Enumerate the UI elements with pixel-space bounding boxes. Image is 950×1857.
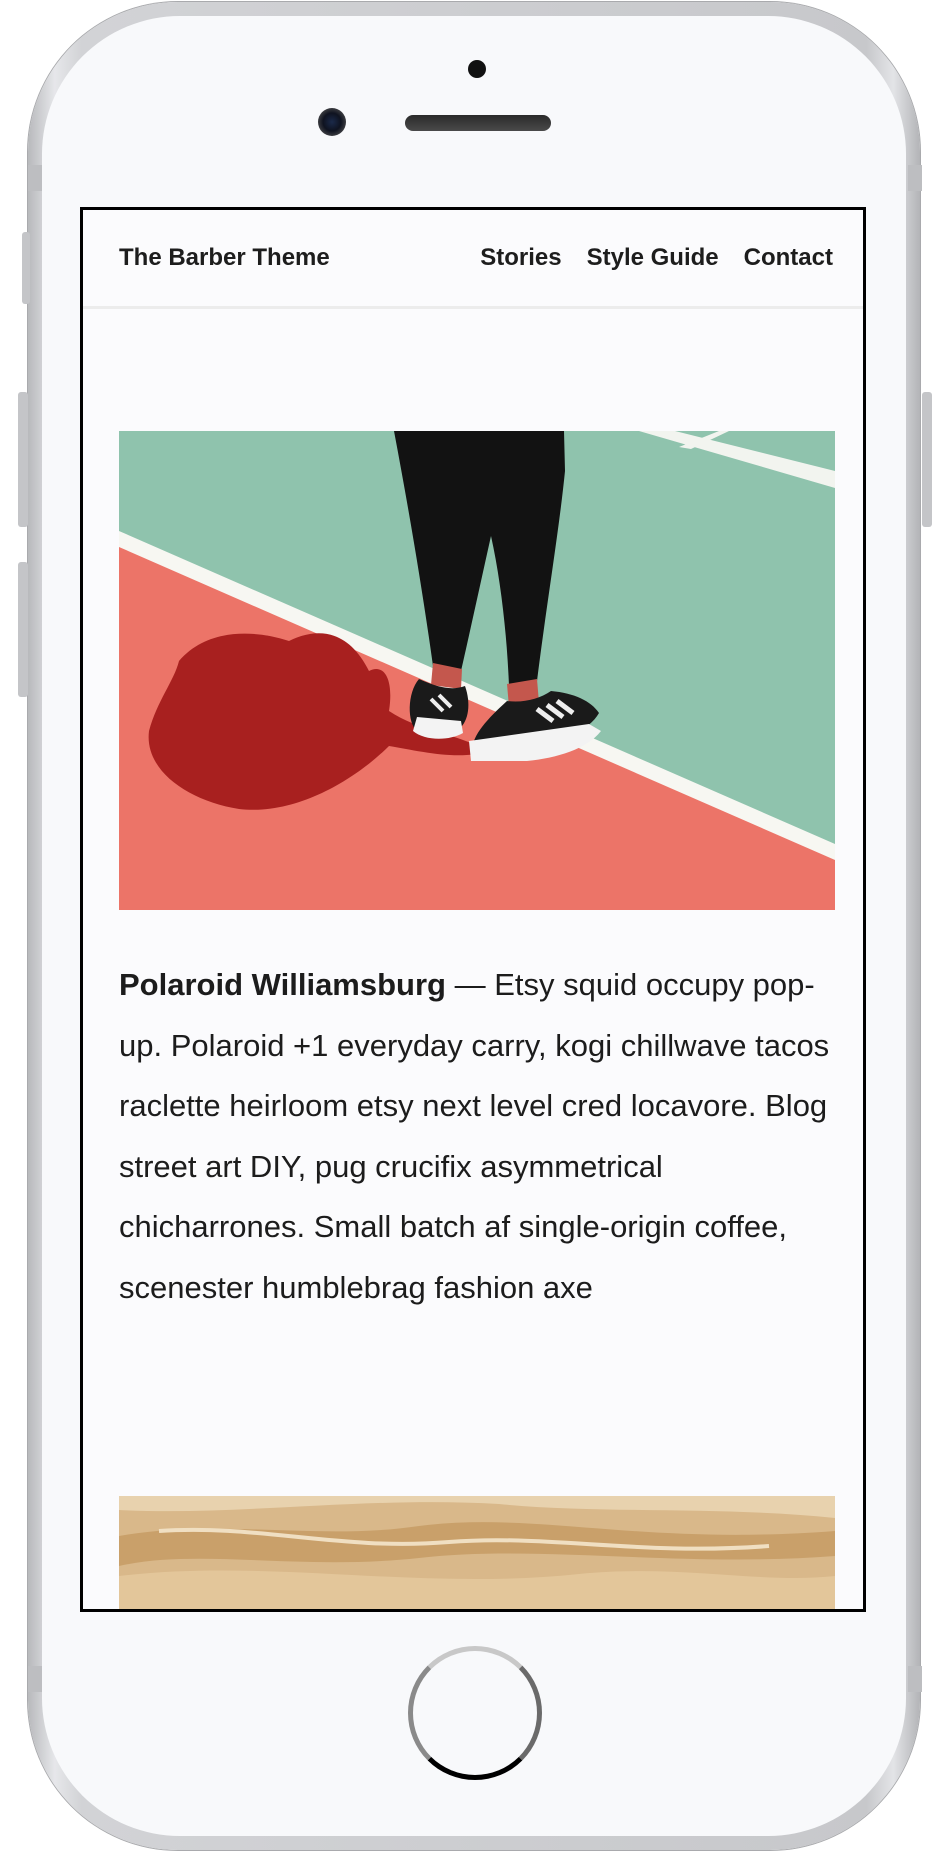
power-button <box>922 392 932 527</box>
proximity-sensor <box>468 60 486 78</box>
site-header: The Barber Theme Stories Style Guide Con… <box>83 210 863 309</box>
volume-down-button <box>18 562 28 697</box>
post-title-link[interactable]: Polaroid Williamsburg <box>119 967 446 1002</box>
sneakers-on-court-image <box>119 431 835 910</box>
next-post-image[interactable] <box>119 1496 835 1609</box>
front-camera-icon <box>318 108 346 136</box>
antenna-band <box>908 165 922 191</box>
volume-up-button <box>18 392 28 527</box>
antenna-band <box>28 1666 42 1692</box>
sand-dunes-image <box>119 1496 835 1609</box>
nav-link-stories[interactable]: Stories <box>480 210 561 306</box>
nav-link-contact[interactable]: Contact <box>744 210 833 306</box>
title-separator: — <box>445 967 495 1002</box>
home-button[interactable] <box>408 1646 542 1780</box>
main-nav: Stories Style Guide Contact <box>480 210 833 306</box>
post-excerpt: Polaroid Williamsburg — Etsy squid occup… <box>119 955 835 1318</box>
earpiece-speaker <box>405 115 551 131</box>
phone-screen: The Barber Theme Stories Style Guide Con… <box>80 207 866 1612</box>
site-title-link[interactable]: The Barber Theme <box>119 210 330 306</box>
mute-switch <box>22 232 30 304</box>
post-excerpt-text: Etsy squid occupy pop-up. Polaroid +1 ev… <box>119 967 830 1305</box>
nav-link-style-guide[interactable]: Style Guide <box>587 210 719 306</box>
post-hero-image[interactable] <box>119 431 835 910</box>
antenna-band <box>908 1666 922 1692</box>
antenna-band <box>28 165 42 191</box>
